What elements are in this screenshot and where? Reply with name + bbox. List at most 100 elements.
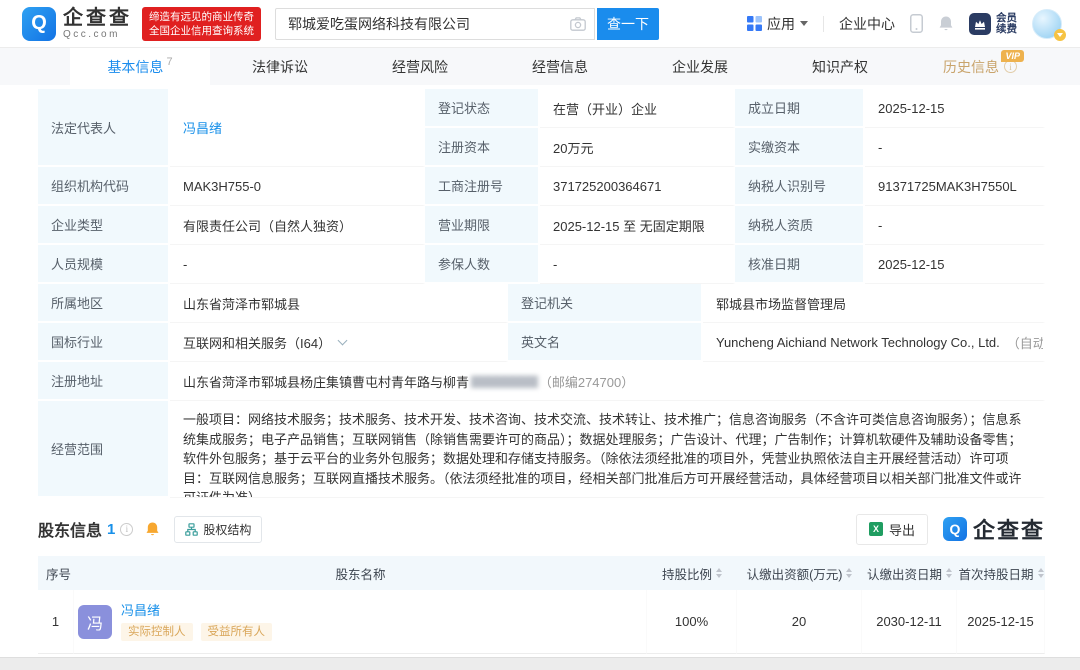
tab-label: 历史信息 (943, 57, 999, 77)
brand-name: 企查查 (63, 8, 132, 28)
camera-search-icon[interactable] (570, 17, 586, 36)
field-label: 国标行业 (38, 323, 170, 362)
qcc-logo-icon: Q (22, 7, 56, 41)
equity-structure-button[interactable]: 股权结构 (174, 516, 262, 543)
address-value: 山东省菏泽市郓城县杨庄集镇曹屯村青年路与柳青 (183, 372, 469, 391)
search-input[interactable] (275, 8, 595, 40)
org-chart-icon (185, 523, 198, 536)
tab-operation-risk[interactable]: 经营风险 (350, 48, 490, 85)
vip-renew-button[interactable]: 会员 续费 (969, 13, 1017, 35)
tab-operation-info[interactable]: 经营信息 (490, 48, 630, 85)
tab-bar: 基本信息 7 法律诉讼 经营风险 经营信息 企业发展 知识产权 VIP 历史信息 (0, 48, 1080, 85)
brand-domain: Qcc.com (63, 29, 132, 40)
address-cell: 山东省菏泽市郓城县杨庄集镇曹屯村青年路与柳青 ▇▇▇▇▇▇▇▇ （邮编27470… (170, 362, 1045, 401)
field-label: 人员规模 (38, 245, 170, 284)
field-label: 核准日期 (735, 245, 865, 284)
tab-count-badge: 7 (166, 56, 172, 68)
main-content: 法定代表人 冯昌绪 登记状态 在营（开业）企业 成立日期 2025-12-15 … (0, 85, 1080, 654)
tag-actual-controller: 实际控制人 (121, 623, 193, 641)
tab-legal-litigation[interactable]: 法律诉讼 (210, 48, 350, 85)
page-bottom-strip (0, 657, 1080, 670)
slogan-badge: 缔造有远见的商业传奇 全国企业信用查询系统 (142, 7, 261, 41)
notifications-button[interactable] (938, 15, 954, 32)
ratio-value: 100% (647, 590, 737, 654)
address-masked: ▇▇▇▇▇▇▇▇ (471, 374, 537, 388)
tab-label: 基本信息 (107, 57, 163, 77)
field-label: 注册地址 (38, 362, 170, 401)
top-nav: 应用 企业中心 会员 续费 (747, 9, 1062, 39)
sort-icon (716, 568, 722, 578)
field-label: 法定代表人 (38, 89, 170, 167)
nav-apps-label: 应用 (767, 14, 795, 34)
tag-beneficial-owner: 受益所有人 (201, 623, 273, 641)
subscribe-date-value: 2030-12-11 (862, 590, 957, 654)
col-ratio-sortable[interactable]: 持股比例 (647, 556, 737, 590)
field-label: 英文名 (508, 323, 703, 362)
col-amount-sortable[interactable]: 认缴出资额(万元) (737, 556, 862, 590)
field-label: 参保人数 (425, 245, 540, 284)
vip-badge: VIP (1001, 50, 1024, 62)
table-header-row: 序号 股东名称 持股比例 认缴出资额(万元) 认缴出资日期 首次持股日期 (38, 556, 1045, 590)
field-value: - (865, 206, 1045, 245)
basic-info-table-full: 注册地址 山东省菏泽市郓城县杨庄集镇曹屯村青年路与柳青 ▇▇▇▇▇▇▇▇ （邮编… (38, 362, 1045, 498)
col-no: 序号 (38, 556, 74, 590)
field-value: MAK3H755-0 (170, 167, 425, 206)
mobile-app-icon-button[interactable] (910, 14, 923, 33)
field-value: 91371725MAK3H7550L (865, 167, 1045, 206)
shareholder-name-link[interactable]: 冯昌绪 (121, 603, 272, 618)
tab-history-info[interactable]: VIP 历史信息 (910, 48, 1050, 85)
en-name-cell: Yuncheng Aichiand Network Technology Co.… (703, 323, 1045, 362)
field-value: 有限责任公司（自然人独资） (170, 206, 425, 245)
tab-label: 企业发展 (672, 57, 728, 77)
export-button[interactable]: 导出 (856, 514, 928, 545)
field-label: 所属地区 (38, 284, 170, 323)
field-label: 组织机构代码 (38, 167, 170, 206)
qcc-watermark-text: 企查查 (973, 513, 1045, 545)
field-value: 互联网和相关服务（I64） (183, 333, 331, 352)
info-icon[interactable] (120, 523, 133, 536)
monitor-bell-button[interactable] (145, 521, 160, 537)
search-button[interactable]: 查一下 (597, 8, 659, 40)
field-label: 企业类型 (38, 206, 170, 245)
field-value: 2025-12-15 至 无固定期限 (540, 206, 735, 245)
tab-intellectual-property[interactable]: 知识产权 (770, 48, 910, 85)
tab-enterprise-development[interactable]: 企业发展 (630, 48, 770, 85)
user-avatar[interactable] (1032, 9, 1062, 39)
field-value: 山东省菏泽市郓城县 (170, 284, 508, 323)
legal-rep-link[interactable]: 冯昌绪 (183, 118, 222, 137)
auto-translate-note: （自动翻译 (1007, 333, 1045, 352)
table-row: 1 冯 冯昌绪 实际控制人 受益所有人 100% 20 2030-12-11 2… (38, 590, 1045, 654)
chevron-down-icon[interactable] (338, 335, 348, 345)
apps-grid-icon (747, 16, 762, 31)
field-value: 2025-12-15 (865, 89, 1045, 128)
field-value: 郓城县市场监督管理局 (703, 284, 1045, 323)
en-name-value: Yuncheng Aichiand Network Technology Co.… (716, 335, 1000, 350)
tab-basic-info[interactable]: 基本信息 7 (70, 48, 210, 85)
sort-icon (846, 568, 852, 578)
shareholders-section-header: 股东信息 1 股权结构 导出 Q 企查查 (38, 514, 1045, 544)
col-first-hold-date-sortable[interactable]: 首次持股日期 (957, 556, 1045, 590)
nav-apps[interactable]: 应用 (747, 14, 808, 34)
shareholder-cell: 冯 冯昌绪 实际控制人 受益所有人 (74, 590, 647, 654)
row-no: 1 (38, 590, 74, 654)
divider (823, 16, 824, 32)
field-label: 注册资本 (425, 128, 540, 167)
tab-label: 经营信息 (532, 57, 588, 77)
nav-enterprise-center[interactable]: 企业中心 (839, 14, 895, 34)
qcc-logo[interactable]: Q 企查查 Qcc.com (22, 7, 132, 41)
basic-info-table: 法定代表人 冯昌绪 登记状态 在营（开业）企业 成立日期 2025-12-15 … (38, 89, 1045, 284)
first-hold-date-value: 2025-12-15 (957, 590, 1045, 654)
field-value: - (540, 245, 735, 284)
field-label: 纳税人资质 (735, 206, 865, 245)
field-label: 登记机关 (508, 284, 703, 323)
vip-renew-label: 会员 续费 (996, 13, 1017, 35)
business-scope-value: 一般项目：网络技术服务；技术服务、技术开发、技术咨询、技术交流、技术转让、技术推… (170, 401, 1045, 498)
field-value: 在营（开业）企业 (540, 89, 735, 128)
col-subscribe-date-sortable[interactable]: 认缴出资日期 (862, 556, 957, 590)
sort-icon (946, 568, 952, 578)
field-value: 371725200364671 (540, 167, 735, 206)
avatar-dropdown-icon (1054, 29, 1066, 41)
bell-orange-icon (145, 521, 160, 537)
qcc-logo-text: 企查查 Qcc.com (63, 8, 132, 40)
shareholder-avatar[interactable]: 冯 (78, 605, 112, 639)
